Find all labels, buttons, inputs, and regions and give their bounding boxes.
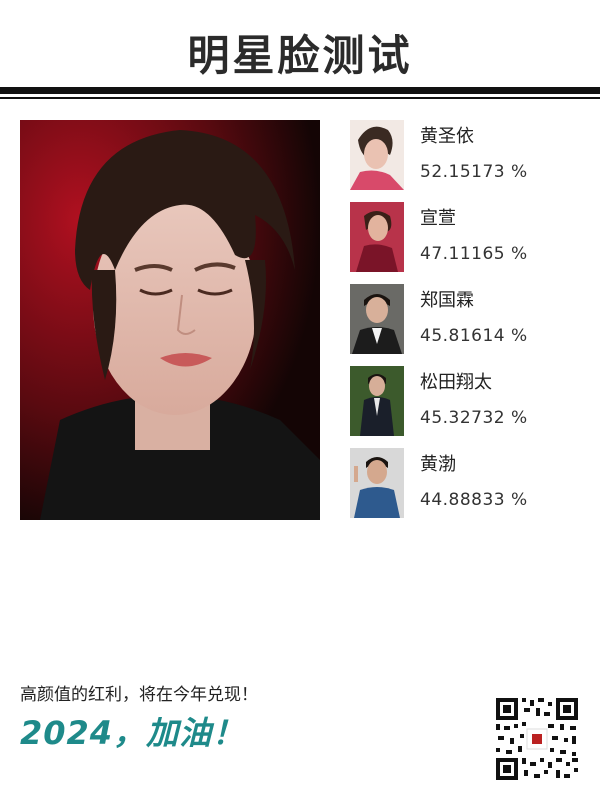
- title-divider-thick: [0, 87, 600, 94]
- celebrity-name: 郑国霖: [420, 290, 474, 311]
- match-results-list: 黄圣依 52.15173 % 宣萱 47.11165 % 郑国霖 45.8161…: [350, 120, 580, 530]
- celebrity-name: 松田翔太: [420, 372, 492, 393]
- slogan-headline: 2024，加油！: [20, 714, 246, 752]
- main-portrait-photo: [20, 120, 320, 520]
- celebrity-thumbnail: [350, 284, 404, 354]
- similarity-score: 47.11165 %: [420, 244, 528, 264]
- similarity-score: 44.88833 %: [420, 490, 528, 510]
- celebrity-thumbnail: [350, 366, 404, 436]
- celebrity-name: 宣萱: [420, 208, 456, 229]
- celebrity-thumbnail: [350, 120, 404, 190]
- similarity-score: 45.32732 %: [420, 408, 528, 428]
- result-row[interactable]: 松田翔太 45.32732 %: [350, 366, 580, 448]
- celebrity-name: 黄圣依: [420, 126, 474, 147]
- qr-code[interactable]: [494, 696, 580, 782]
- celebrity-thumbnail: [350, 202, 404, 272]
- result-row[interactable]: 黄圣依 52.15173 %: [350, 120, 580, 202]
- page-title: 明星脸测试: [187, 31, 413, 80]
- result-row[interactable]: 宣萱 47.11165 %: [350, 202, 580, 284]
- similarity-score: 52.15173 %: [420, 162, 528, 182]
- title-bar: 明星脸测试: [0, 0, 600, 90]
- title-divider-thin: [0, 97, 600, 99]
- result-row[interactable]: 郑国霖 45.81614 %: [350, 284, 580, 366]
- result-row[interactable]: 黄渤 44.88833 %: [350, 448, 580, 530]
- slogan-text: 高颜值的红利，将在今年兑现！: [20, 685, 258, 705]
- similarity-score: 45.81614 %: [420, 326, 528, 346]
- celebrity-thumbnail: [350, 448, 404, 518]
- celebrity-name: 黄渤: [420, 454, 456, 475]
